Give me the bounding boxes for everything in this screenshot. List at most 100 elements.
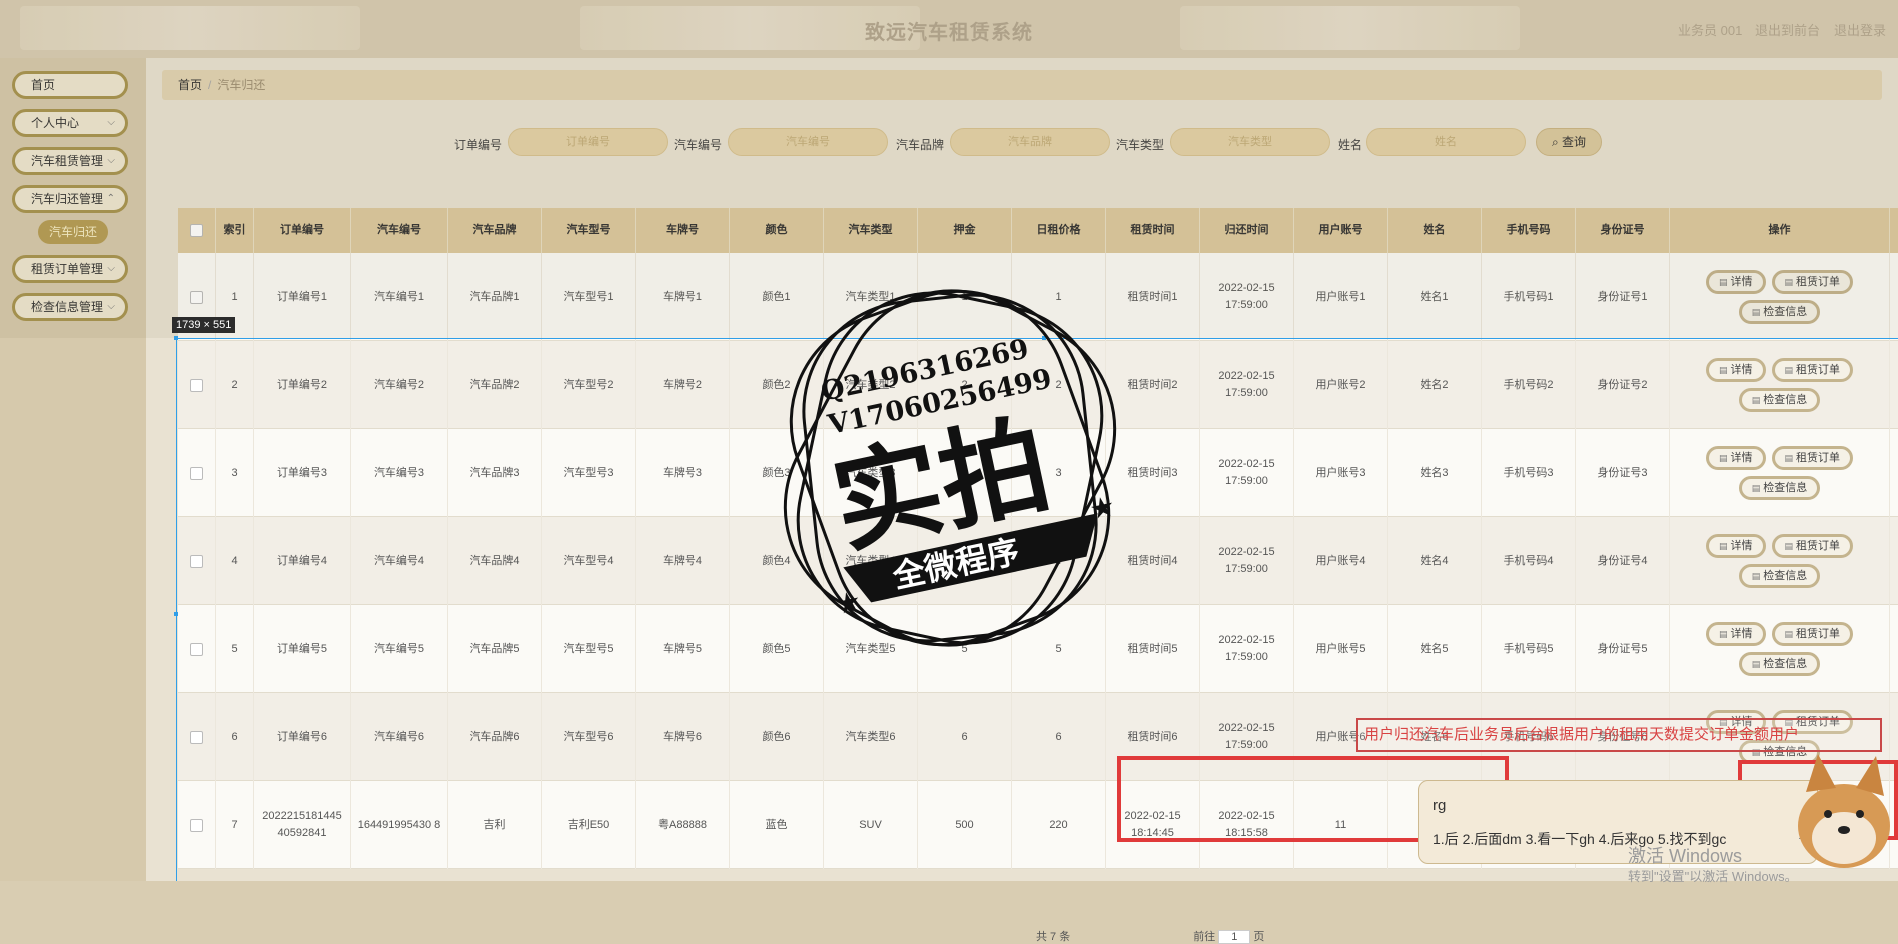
car-no-input[interactable]: 汽车编号 <box>728 128 888 156</box>
column-header-order-no: 订单编号 <box>254 208 351 253</box>
sidebar-item-personal-center[interactable]: 个人中心 ⌵ <box>12 109 128 137</box>
action-group: ▤检查信息 <box>1674 300 1885 324</box>
cell-car-no: 汽车编号4 <box>351 517 448 605</box>
annotation-text-input[interactable]: 用户归还汽车后业务员后台根据用户的租用天数提交订单金额用户 <box>1356 718 1882 752</box>
row-checkbox-cell[interactable] <box>178 693 216 781</box>
selection-handle[interactable] <box>174 336 178 340</box>
document-icon: ▤ <box>1751 395 1761 405</box>
row-checkbox[interactable] <box>190 642 203 656</box>
cell-plate: 车牌号5 <box>636 605 730 693</box>
cell-phone: 手机号码1 <box>1482 253 1576 341</box>
rental-order-button[interactable]: ▤租赁订单 <box>1771 534 1854 558</box>
star-icon: ★ <box>1087 490 1118 526</box>
column-header-id-card: 身份证号 <box>1576 208 1670 253</box>
detail-button[interactable]: ▤详情 <box>1705 270 1766 294</box>
cell-return-time: 2022-02-15 17:59:00 <box>1200 605 1294 693</box>
row-checkbox[interactable] <box>190 378 203 392</box>
logout-link[interactable]: 退出登录 <box>1834 20 1886 39</box>
cell-brand: 汽车品牌1 <box>448 253 542 341</box>
row-checkbox-cell[interactable] <box>178 517 216 605</box>
windows-activation-title: 激活 Windows <box>1628 846 1743 866</box>
order-no-input[interactable]: 订单编号 <box>508 128 668 156</box>
column-header-select[interactable] <box>178 208 216 253</box>
rental-order-button-label: 租赁订单 <box>1796 628 1841 640</box>
action-group: ▤详情▤租赁订单 <box>1674 622 1885 646</box>
sidebar-item-label: 汽车归还管理 <box>31 192 104 206</box>
detail-button[interactable]: ▤详情 <box>1705 622 1766 646</box>
chevron-down-icon: ⌵ <box>107 263 115 274</box>
rental-order-button[interactable]: ▤租赁订单 <box>1771 270 1854 294</box>
cell-user-account: 用户账号1 <box>1294 253 1388 341</box>
detail-button[interactable]: ▤详情 <box>1705 446 1766 470</box>
sidebar-item-check-management[interactable]: 检查信息管理 ⌵ <box>12 293 128 321</box>
column-header-rent-time: 租赁时间 <box>1106 208 1200 253</box>
type-input[interactable]: 汽车类型 <box>1170 128 1330 156</box>
column-header-car-no: 汽车编号 <box>351 208 448 253</box>
cell-user-account: 用户账号4 <box>1294 517 1388 605</box>
row-checkbox-cell[interactable] <box>178 781 216 869</box>
cell-phone: 手机号码3 <box>1482 429 1576 517</box>
cell-daily-price: 6 <box>1012 693 1106 781</box>
check-info-button[interactable]: ▤检查信息 <box>1738 476 1821 500</box>
sidebar-item-order-management[interactable]: 租赁订单管理 ⌵ <box>12 255 128 283</box>
cell-phone: 手机号码4 <box>1482 517 1576 605</box>
sidebar-item-return-management[interactable]: 汽车归还管理 ⌃ <box>12 185 128 213</box>
cell-id-card: 身份证号4 <box>1576 517 1670 605</box>
column-header-actions: 操作 <box>1670 208 1890 253</box>
cell-name: 姓名4 <box>1388 517 1482 605</box>
row-checkbox[interactable] <box>190 290 203 304</box>
column-header-brand: 汽车品牌 <box>448 208 542 253</box>
rental-order-button[interactable]: ▤租赁订单 <box>1771 446 1854 470</box>
cell-name: 姓名1 <box>1388 253 1482 341</box>
detail-button-label: 详情 <box>1730 452 1753 464</box>
row-checkbox-cell[interactable] <box>178 429 216 517</box>
row-checkbox[interactable] <box>190 554 203 568</box>
column-header-deposit: 押金 <box>918 208 1012 253</box>
pager-goto-input[interactable]: 1 <box>1218 930 1251 944</box>
search-label-car-no: 汽车编号 <box>674 138 723 152</box>
cell-car-type: SUV <box>824 781 918 869</box>
cell-phone: 手机号码2 <box>1482 341 1576 429</box>
row-checkbox[interactable] <box>190 466 203 480</box>
cell-index: 3 <box>216 429 254 517</box>
chevron-up-icon: ⌃ <box>106 193 115 204</box>
cell-id-card: 身份证号1 <box>1576 253 1670 341</box>
document-icon: ▤ <box>1718 453 1728 463</box>
row-checkbox[interactable] <box>190 818 203 832</box>
detail-button[interactable]: ▤详情 <box>1705 534 1766 558</box>
search-button[interactable]: ⌕ 查询 <box>1536 128 1602 156</box>
chevron-down-icon: ⌵ <box>107 117 115 128</box>
cell-index: 5 <box>216 605 254 693</box>
sidebar-subitem-car-return[interactable]: 汽车归还 <box>38 220 108 244</box>
sidebar-item-rental-management[interactable]: 汽车租赁管理 ⌵ <box>12 147 128 175</box>
rental-order-button[interactable]: ▤租赁订单 <box>1771 622 1854 646</box>
selection-border <box>176 338 177 881</box>
select-all-checkbox[interactable] <box>190 224 203 237</box>
name-input[interactable]: 姓名 <box>1366 128 1526 156</box>
sidebar-item-home[interactable]: 首页 <box>12 71 128 99</box>
row-checkbox-cell[interactable] <box>178 605 216 693</box>
check-info-button[interactable]: ▤检查信息 <box>1738 652 1821 676</box>
sidebar-item-label: 个人中心 <box>31 116 80 130</box>
rental-order-button[interactable]: ▤租赁订单 <box>1771 358 1854 382</box>
brand-input[interactable]: 汽车品牌 <box>950 128 1110 156</box>
chevron-down-icon: ⌵ <box>107 301 115 312</box>
row-checkbox[interactable] <box>190 730 203 744</box>
check-info-button[interactable]: ▤检查信息 <box>1738 388 1821 412</box>
column-header-phone: 手机号码 <box>1482 208 1576 253</box>
check-info-button[interactable]: ▤检查信息 <box>1738 564 1821 588</box>
cell-user-account: 用户账号5 <box>1294 605 1388 693</box>
breadcrumb-home[interactable]: 首页 <box>178 78 202 92</box>
selection-handle[interactable] <box>174 612 178 616</box>
check-info-button[interactable]: ▤检查信息 <box>1738 300 1821 324</box>
row-checkbox-cell[interactable] <box>178 341 216 429</box>
action-group: ▤检查信息 <box>1674 476 1885 500</box>
cell-color: 蓝色 <box>730 781 824 869</box>
cell-brand: 吉利 <box>448 781 542 869</box>
cell-order-no: 订单编号5 <box>254 605 351 693</box>
cell-order-no: 订单编号4 <box>254 517 351 605</box>
cell-model: 汽车型号6 <box>542 693 636 781</box>
detail-button[interactable]: ▤详情 <box>1705 358 1766 382</box>
back-to-front-link[interactable]: 退出到前台 <box>1755 20 1820 39</box>
document-icon: ▤ <box>1784 365 1794 375</box>
